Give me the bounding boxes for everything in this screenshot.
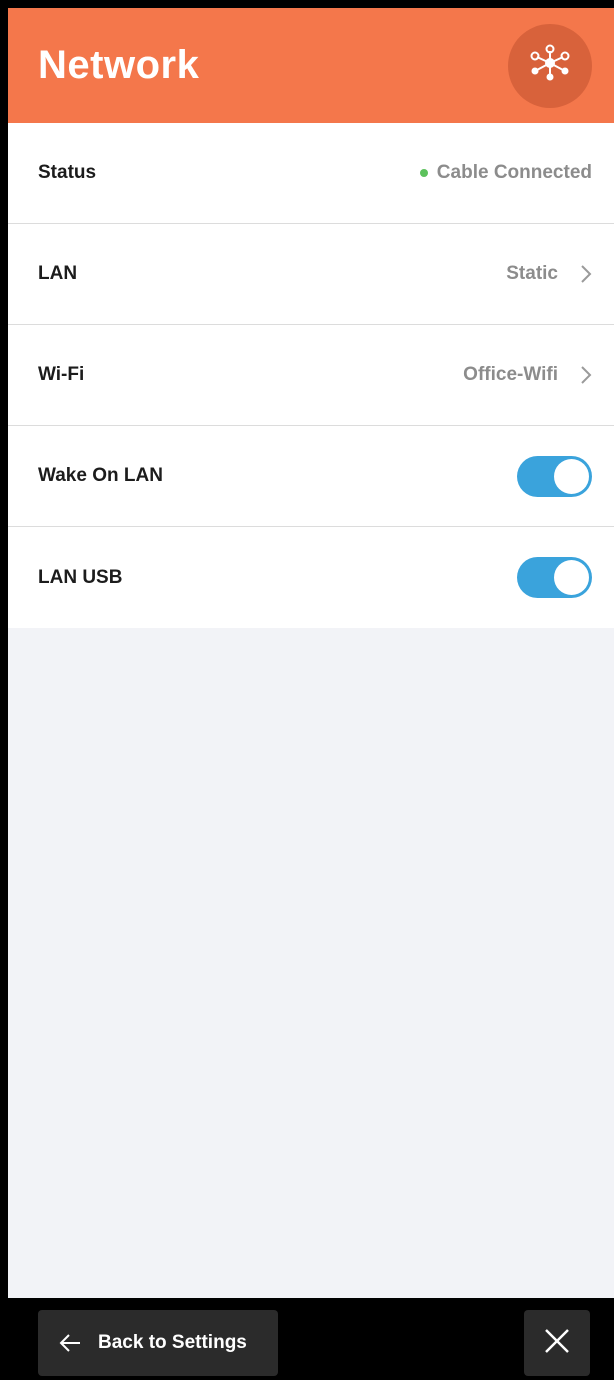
toggle-knob: [554, 458, 589, 494]
close-button[interactable]: [524, 1310, 590, 1376]
lan-usb-row: LAN USB: [8, 527, 614, 628]
lan-row[interactable]: LAN Static: [8, 224, 614, 325]
arrow-left-icon: [58, 1333, 82, 1353]
page-title: Network: [38, 43, 200, 87]
status-dot-icon: [419, 169, 428, 177]
lan-usb-toggle[interactable]: [517, 557, 592, 598]
chevron-right-icon: [580, 365, 592, 385]
lan-usb-label: LAN USB: [38, 566, 123, 588]
back-to-settings-button[interactable]: Back to Settings: [38, 1310, 278, 1376]
settings-list: Status Cable Connected LAN Static Wi-Fi …: [8, 123, 614, 628]
back-to-settings-label: Back to Settings: [98, 1332, 247, 1353]
network-settings-screen: Network Status Cable Connected LAN Stati…: [8, 8, 614, 1298]
toggle-knob: [554, 560, 589, 595]
status-text: Cable Connected: [436, 162, 592, 183]
status-label: Status: [38, 162, 97, 183]
footer-bar: Back to Settings: [0, 1298, 614, 1380]
close-icon: [544, 1328, 570, 1359]
lan-value: Static: [506, 263, 592, 285]
wifi-row[interactable]: Wi-Fi Office-Wifi: [8, 325, 614, 426]
lan-mode-text: Static: [506, 263, 558, 284]
chevron-right-icon: [580, 264, 592, 284]
wifi-label: Wi-Fi: [38, 364, 85, 385]
wifi-value: Office-Wifi: [463, 364, 592, 386]
status-value: Cable Connected: [419, 162, 592, 184]
wake-on-lan-label: Wake On LAN: [38, 465, 163, 486]
wifi-network-text: Office-Wifi: [463, 364, 558, 385]
status-row: Status Cable Connected: [8, 123, 614, 224]
wake-on-lan-toggle[interactable]: [517, 455, 592, 497]
header-bar: Network: [8, 8, 614, 123]
network-button[interactable]: [508, 23, 592, 108]
wake-on-lan-row: Wake On LAN: [8, 426, 614, 527]
lan-label: LAN: [38, 263, 78, 284]
network-nodes-icon: [528, 43, 572, 88]
